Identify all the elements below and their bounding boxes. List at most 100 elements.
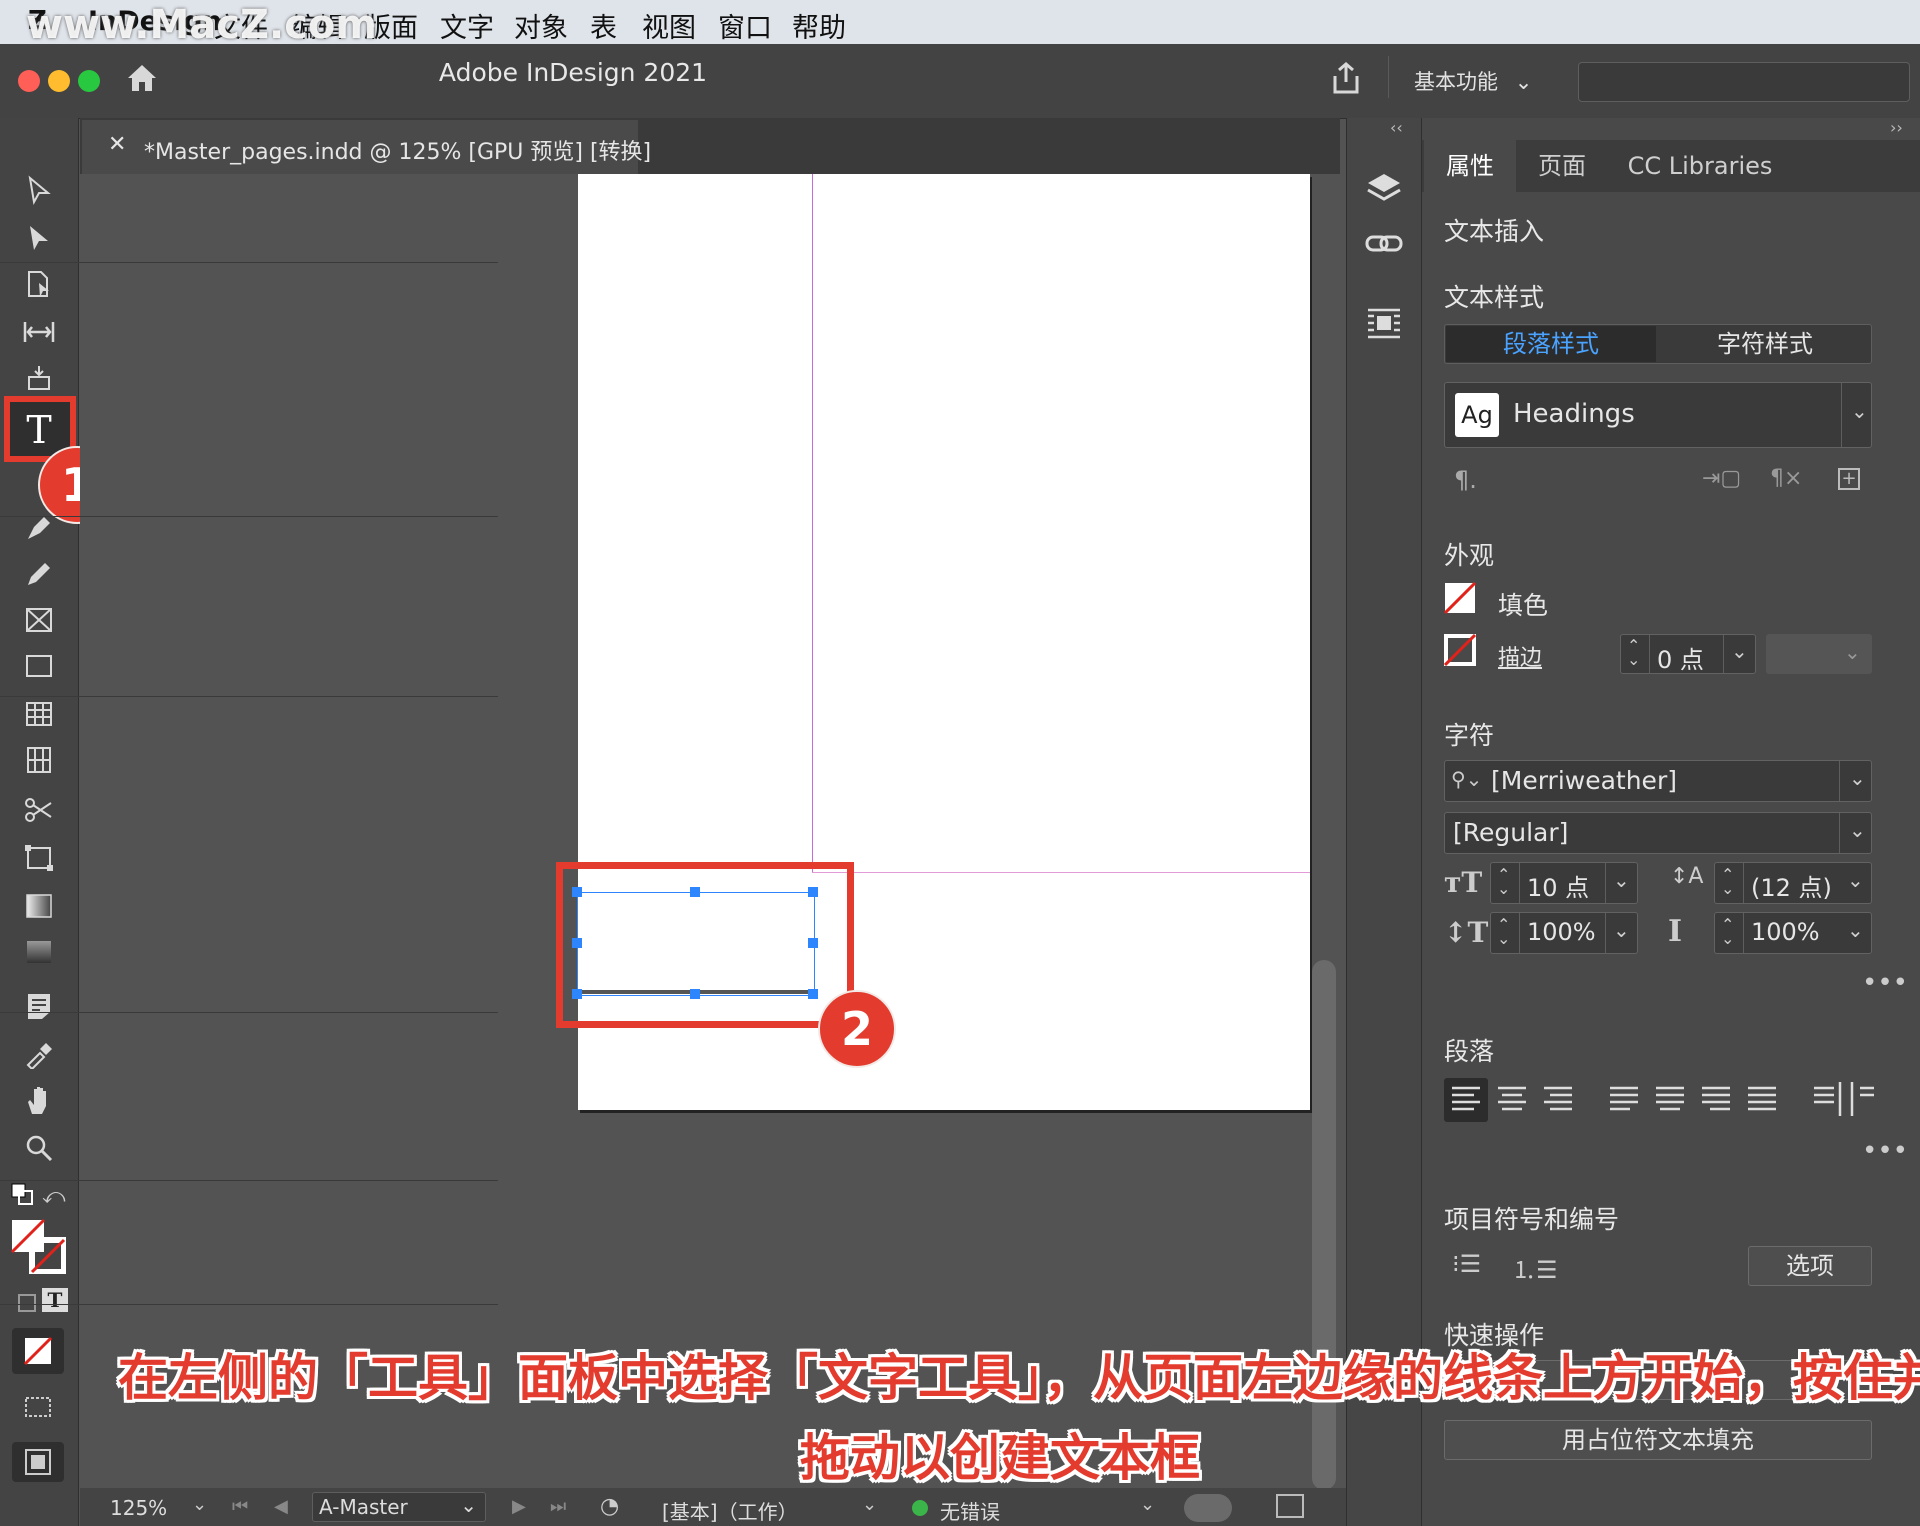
stroke-weight-field[interactable]: ⌃ ⌄ 0 点 ⌄ bbox=[1620, 634, 1756, 674]
eyedropper-tool-icon[interactable] bbox=[18, 1034, 60, 1074]
stroke-swatch-none[interactable] bbox=[1443, 633, 1477, 667]
first-page-icon[interactable]: ⏮ bbox=[232, 1496, 248, 1517]
chevron-down-icon[interactable]: ⌄ bbox=[862, 1494, 877, 1515]
create-style-icon[interactable]: ⇥▢ bbox=[1702, 466, 1741, 491]
break-link-icon[interactable]: ¶× bbox=[1770, 466, 1802, 491]
horizontal-scale-value: 100% bbox=[1751, 918, 1820, 946]
font-family-dropdown[interactable]: ⚲⌄ [Merriweather] ⌄ bbox=[1444, 760, 1872, 802]
preview-mode-icon[interactable] bbox=[12, 1442, 64, 1482]
close-tab-icon[interactable]: ✕ bbox=[108, 132, 126, 157]
preflight-profile[interactable]: [基本]（工作） bbox=[662, 1496, 798, 1525]
direct-selection-tool-icon[interactable] bbox=[18, 218, 60, 258]
share-icon[interactable] bbox=[1328, 60, 1364, 96]
text-wrap-icon[interactable] bbox=[1364, 304, 1404, 344]
menu-table[interactable]: 表 bbox=[590, 6, 617, 45]
paragraph-style-tab[interactable]: 段落样式 bbox=[1446, 326, 1656, 362]
zoom-dropdown-icon[interactable]: ⌄ bbox=[192, 1494, 207, 1515]
formatting-text-icon[interactable]: T bbox=[42, 1288, 68, 1312]
paragraph-style-dropdown[interactable]: Ag Headings ⌄ bbox=[1444, 382, 1872, 448]
default-fill-stroke-icon[interactable] bbox=[10, 1182, 36, 1208]
zoom-level[interactable]: 125% bbox=[110, 1496, 167, 1520]
selection-tool-icon[interactable] bbox=[18, 170, 60, 210]
apply-none-button[interactable] bbox=[12, 1328, 64, 1374]
chevron-down-icon[interactable]: ⌄ bbox=[1140, 1494, 1155, 1515]
pencil-tool-icon[interactable] bbox=[18, 554, 60, 594]
bulleted-list-icon[interactable]: ⁝☰ bbox=[1452, 1250, 1481, 1278]
content-collector-icon[interactable] bbox=[18, 358, 60, 398]
stepper-icon[interactable]: ⌃ ⌄ bbox=[1721, 917, 1734, 947]
section-divider bbox=[0, 1304, 498, 1305]
font-size-field[interactable]: ⌃ ⌄ 10 点 ⌄ bbox=[1490, 862, 1638, 904]
free-transform-tool-icon[interactable] bbox=[18, 838, 60, 878]
page-selector[interactable]: A-Master ⌄ bbox=[312, 1492, 486, 1522]
stroke-type-dropdown[interactable]: ⌄ bbox=[1766, 634, 1872, 674]
last-page-icon[interactable]: ⏭ bbox=[550, 1496, 566, 1517]
next-page-icon[interactable]: ▶ bbox=[512, 1496, 526, 1517]
search-input[interactable] bbox=[1578, 62, 1910, 102]
frame-grid-tool-icon[interactable] bbox=[18, 740, 60, 780]
numbered-list-icon[interactable]: ⒈☰ bbox=[1512, 1250, 1558, 1285]
stepper-icon[interactable]: ⌃ ⌄ bbox=[1627, 638, 1640, 668]
vertical-scrollbar-thumb[interactable] bbox=[1312, 960, 1336, 1490]
collapse-strip-icon[interactable]: ‹‹ bbox=[1390, 118, 1403, 137]
document-tab[interactable]: ✕ *Master_pages.indd @ 125% [GPU 预览] [转换… bbox=[82, 120, 651, 174]
text-insert-heading: 文本插入 bbox=[1444, 217, 1545, 246]
more-options-icon[interactable]: ••• bbox=[1862, 1136, 1908, 1166]
menu-help[interactable]: 帮助 bbox=[792, 6, 846, 45]
more-options-icon[interactable]: ••• bbox=[1862, 968, 1908, 998]
divider bbox=[1519, 913, 1520, 953]
swap-fill-stroke-icon[interactable]: ⤺ bbox=[42, 1184, 66, 1209]
workspace-label: 基本功能 bbox=[1414, 70, 1498, 94]
fill-stroke-swatches[interactable] bbox=[10, 1218, 67, 1275]
tab-pages[interactable]: 页面 bbox=[1518, 140, 1606, 192]
stepper-icon[interactable]: ⌃ ⌄ bbox=[1721, 867, 1734, 897]
section-divider bbox=[0, 1012, 498, 1013]
menu-view[interactable]: 视图 bbox=[642, 6, 696, 45]
horizontal-scrollbar-thumb[interactable] bbox=[1184, 1494, 1232, 1522]
pen-tool-icon[interactable] bbox=[18, 508, 60, 548]
status-icon[interactable]: ◔ bbox=[600, 1494, 619, 1519]
menu-type[interactable]: 文字 bbox=[440, 6, 494, 45]
tab-properties[interactable]: 属性 bbox=[1424, 140, 1516, 192]
divider bbox=[1743, 913, 1744, 953]
gradient-swatch-tool-icon[interactable] bbox=[18, 886, 60, 926]
split-view-icon[interactable] bbox=[1276, 1494, 1304, 1518]
collapse-panel-icon[interactable]: ›› bbox=[1890, 118, 1903, 137]
tab-cc-libraries[interactable]: CC Libraries bbox=[1610, 140, 1790, 192]
workspace-switcher[interactable]: 基本功能 ⌄ bbox=[1414, 66, 1532, 96]
vertical-scale-field[interactable]: ⌃ ⌄ 100% ⌄ bbox=[1490, 912, 1638, 954]
stepper-icon[interactable]: ⌃ ⌄ bbox=[1497, 867, 1510, 897]
stepper-icon[interactable]: ⌃ ⌄ bbox=[1497, 917, 1510, 947]
zoom-tool-icon[interactable] bbox=[18, 1128, 60, 1168]
type-tool-icon[interactable]: T bbox=[18, 408, 60, 452]
leading-field[interactable]: ⌃ ⌄ (12 点) ⌄ bbox=[1714, 862, 1872, 904]
gap-tool-icon[interactable] bbox=[18, 312, 60, 352]
links-icon[interactable] bbox=[1364, 224, 1404, 264]
fill-placeholder-text-button[interactable]: 用占位符文本填充 bbox=[1444, 1420, 1872, 1460]
preflight-ok-icon bbox=[912, 1500, 928, 1516]
horizontal-scale-field[interactable]: ⌃ ⌄ 100% ⌄ bbox=[1714, 912, 1872, 954]
font-style-dropdown[interactable]: [Regular] ⌄ bbox=[1444, 812, 1872, 854]
rectangle-tool-icon[interactable] bbox=[18, 646, 60, 686]
hand-tool-icon[interactable] bbox=[18, 1080, 60, 1120]
gradient-feather-tool-icon[interactable] bbox=[18, 932, 60, 972]
layers-icon[interactable] bbox=[1364, 168, 1404, 208]
bullets-options-button[interactable]: 选项 bbox=[1748, 1246, 1872, 1286]
menu-object[interactable]: 对象 bbox=[514, 6, 568, 45]
stroke-label[interactable]: 描边 bbox=[1498, 640, 1542, 672]
new-style-icon[interactable]: + bbox=[1838, 468, 1860, 490]
table-tool-icon[interactable] bbox=[18, 694, 60, 734]
clear-overrides-icon[interactable]: ¶. bbox=[1454, 466, 1477, 494]
fill-swatch-none[interactable] bbox=[1443, 581, 1477, 615]
paragraph-alignment-buttons[interactable] bbox=[1444, 1078, 1874, 1122]
rectangle-frame-tool-icon[interactable] bbox=[18, 600, 60, 640]
formatting-container-icon[interactable] bbox=[18, 1294, 36, 1312]
note-tool-icon[interactable] bbox=[18, 986, 60, 1026]
scissors-tool-icon[interactable] bbox=[18, 790, 60, 830]
character-style-tab[interactable]: 字符样式 bbox=[1660, 326, 1870, 362]
preflight-status[interactable]: 无错误 bbox=[940, 1496, 1000, 1525]
page-tool-icon[interactable] bbox=[18, 264, 60, 304]
screen-mode-icon[interactable] bbox=[22, 1392, 56, 1422]
menu-window[interactable]: 窗口 bbox=[718, 6, 772, 45]
prev-page-icon[interactable]: ◀ bbox=[274, 1496, 288, 1517]
